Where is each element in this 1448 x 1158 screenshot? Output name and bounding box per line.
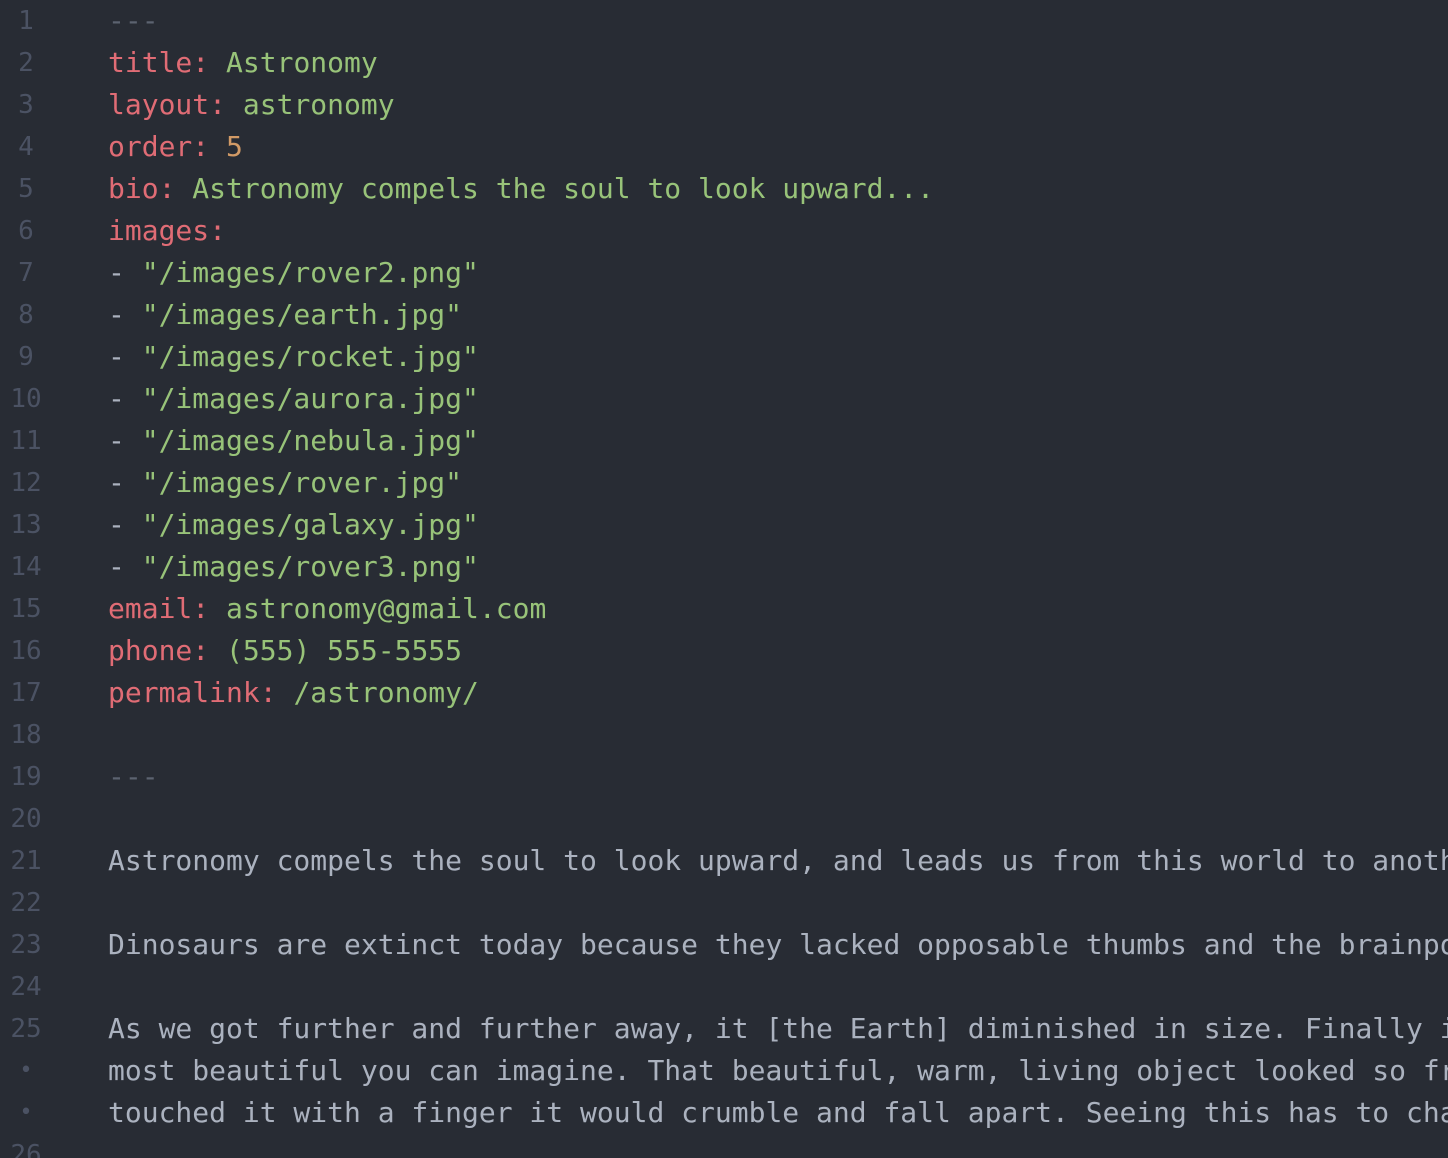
code-line[interactable]: 14 - "/images/rover3.png" — [0, 546, 1448, 588]
list-dash: - — [108, 340, 125, 373]
yaml-list-value: "/images/galaxy.jpg" — [141, 508, 479, 541]
yaml-value: Astronomy compels the soul to look upwar… — [192, 172, 935, 205]
code-editor[interactable]: 1 --- 2 title: Astronomy 3 layout: astro… — [0, 0, 1448, 1158]
yaml-key: images: — [108, 214, 227, 247]
line-number: 24 — [10, 972, 42, 1002]
code-line[interactable]: 3 layout: astronomy — [0, 84, 1448, 126]
body-text-wrapped: touched it with a finger it would crumbl… — [108, 1096, 1448, 1129]
line-number: 13 — [10, 510, 42, 540]
code-line[interactable]: 25 As we got further and further away, i… — [0, 1008, 1448, 1050]
code-line[interactable]: 2 title: Astronomy — [0, 42, 1448, 84]
code-line[interactable]: 4 order: 5 — [0, 126, 1448, 168]
yaml-value: /astronomy/ — [293, 676, 479, 709]
line-number: 9 — [18, 342, 34, 372]
code-line[interactable]: 17 permalink: /astronomy/ — [0, 672, 1448, 714]
line-number: 14 — [10, 552, 42, 582]
yaml-key: phone: — [108, 634, 210, 667]
yaml-key: permalink: — [108, 676, 277, 709]
frontmatter-separator: --- — [108, 4, 159, 37]
yaml-list-value: "/images/earth.jpg" — [141, 298, 463, 331]
list-dash: - — [108, 424, 125, 457]
line-number: 18 — [10, 720, 42, 750]
yaml-list-value: "/images/rocket.jpg" — [141, 340, 479, 373]
line-number: 15 — [10, 594, 42, 624]
code-line[interactable]: 23 Dinosaurs are extinct today because t… — [0, 924, 1448, 966]
line-number: 5 — [18, 174, 34, 204]
line-number: 3 — [18, 90, 34, 120]
code-line[interactable]: 24 — [0, 966, 1448, 1008]
code-line[interactable]: 9 - "/images/rocket.jpg" — [0, 336, 1448, 378]
yaml-list-value: "/images/rover2.png" — [141, 256, 479, 289]
code-line[interactable]: • most beautiful you can imagine. That b… — [0, 1050, 1448, 1092]
yaml-value: Astronomy — [226, 46, 378, 79]
line-number: 25 — [10, 1014, 42, 1044]
line-number: 7 — [18, 258, 34, 288]
code-line[interactable]: 16 phone: (555) 555-5555 — [0, 630, 1448, 672]
line-number: 22 — [10, 888, 42, 918]
line-number: 16 — [10, 636, 42, 666]
line-number: 1 — [18, 6, 34, 36]
list-dash: - — [108, 466, 125, 499]
yaml-key: title: — [108, 46, 210, 79]
line-number: 6 — [18, 216, 34, 246]
code-line[interactable]: 11 - "/images/nebula.jpg" — [0, 420, 1448, 462]
yaml-list-value: "/images/nebula.jpg" — [141, 424, 479, 457]
yaml-value: astronomy — [242, 88, 395, 121]
line-number: 11 — [10, 426, 42, 456]
code-line[interactable]: 22 — [0, 882, 1448, 924]
list-dash: - — [108, 382, 125, 415]
code-line[interactable]: 26 — [0, 1134, 1448, 1158]
frontmatter-separator: --- — [108, 760, 159, 793]
yaml-value: (555) 555-5555 — [226, 634, 463, 667]
yaml-number-value: 5 — [226, 130, 243, 163]
line-number: 4 — [18, 132, 34, 162]
line-number: 8 — [18, 300, 34, 330]
body-text: Dinosaurs are extinct today because they… — [108, 928, 1448, 961]
line-number: 19 — [10, 762, 42, 792]
line-number: 10 — [10, 384, 42, 414]
line-number: 23 — [10, 930, 42, 960]
code-line[interactable]: 7 - "/images/rover2.png" — [0, 252, 1448, 294]
yaml-key: order: — [108, 130, 210, 163]
line-number: 20 — [10, 804, 42, 834]
code-line[interactable]: 8 - "/images/earth.jpg" — [0, 294, 1448, 336]
yaml-list-value: "/images/aurora.jpg" — [141, 382, 479, 415]
yaml-key: layout: — [108, 88, 227, 121]
list-dash: - — [108, 550, 125, 583]
code-line[interactable]: 13 - "/images/galaxy.jpg" — [0, 504, 1448, 546]
line-number: 26 — [10, 1140, 42, 1158]
body-text-wrapped: most beautiful you can imagine. That bea… — [108, 1054, 1448, 1087]
code-line[interactable]: 18 — [0, 714, 1448, 756]
line-number: 17 — [10, 678, 42, 708]
code-line[interactable]: 12 - "/images/rover.jpg" — [0, 462, 1448, 504]
code-line[interactable]: 20 — [0, 798, 1448, 840]
soft-wrap-indicator: • — [19, 1100, 33, 1125]
code-line[interactable]: 19 --- — [0, 756, 1448, 798]
yaml-value: astronomy@gmail.com — [226, 592, 547, 625]
code-line[interactable]: • touched it with a finger it would crum… — [0, 1092, 1448, 1134]
yaml-list-value: "/images/rover3.png" — [141, 550, 479, 583]
code-line[interactable]: 10 - "/images/aurora.jpg" — [0, 378, 1448, 420]
code-line[interactable]: 21 Astronomy compels the soul to look up… — [0, 840, 1448, 882]
code-line[interactable]: 6 images: — [0, 210, 1448, 252]
code-line[interactable]: 1 --- — [0, 0, 1448, 42]
yaml-key: email: — [108, 592, 210, 625]
soft-wrap-indicator: • — [19, 1058, 33, 1083]
code-line[interactable]: 15 email: astronomy@gmail.com — [0, 588, 1448, 630]
body-text: As we got further and further away, it [… — [108, 1012, 1448, 1045]
line-number: 21 — [10, 846, 42, 876]
line-number: 2 — [18, 48, 34, 78]
yaml-key: bio: — [108, 172, 176, 205]
yaml-list-value: "/images/rover.jpg" — [141, 466, 463, 499]
line-number: 12 — [10, 468, 42, 498]
code-line[interactable]: 5 bio: Astronomy compels the soul to loo… — [0, 168, 1448, 210]
list-dash: - — [108, 508, 125, 541]
list-dash: - — [108, 298, 125, 331]
body-text: Astronomy compels the soul to look upwar… — [108, 844, 1448, 877]
list-dash: - — [108, 256, 125, 289]
